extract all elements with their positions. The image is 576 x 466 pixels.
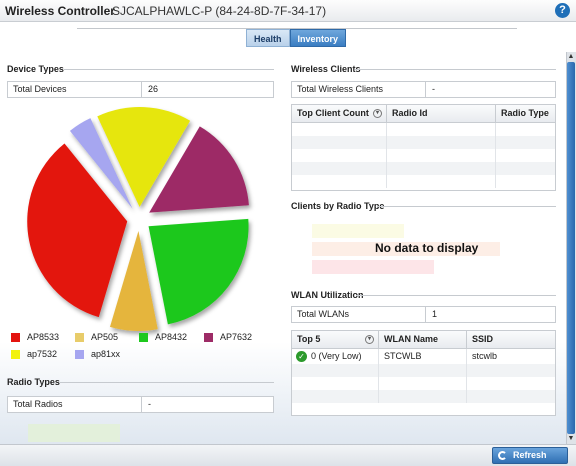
scroll-up-icon[interactable]: ▲ bbox=[566, 52, 576, 62]
legend-item-ap7532: ap7532 bbox=[11, 348, 57, 360]
refresh-button[interactable]: Refresh bbox=[492, 447, 568, 464]
cell-top-5: ✓ 0 (Very Low) bbox=[292, 349, 379, 364]
total-devices-row: Total Devices 26 bbox=[7, 81, 274, 98]
top-client-count-table: Top Client Count ▾ Radio Id Radio Type bbox=[291, 104, 556, 191]
column-header-radio-id[interactable]: Radio Id bbox=[387, 105, 496, 122]
column-header-top-client-count[interactable]: Top Client Count ▾ bbox=[292, 105, 387, 122]
table-row bbox=[292, 364, 555, 377]
column-header-top-5[interactable]: Top 5 ▾ bbox=[292, 331, 379, 348]
column-header-ssid[interactable]: SSID bbox=[467, 331, 555, 348]
total-wireless-clients-row: Total Wireless Clients - bbox=[291, 81, 556, 98]
legend-swatch bbox=[75, 349, 84, 359]
legend-item-ap505: AP505 bbox=[75, 331, 118, 343]
radio-types-chart-placeholder bbox=[28, 424, 120, 442]
scroll-down-icon[interactable]: ▼ bbox=[566, 434, 576, 444]
total-radios-label: Total Radios bbox=[8, 397, 142, 412]
scrollbar-thumb[interactable] bbox=[567, 62, 575, 434]
legend-label: AP8533 bbox=[27, 332, 60, 342]
cell-wlan-name: STCWLB bbox=[379, 349, 467, 364]
clients-by-radio-type-title: Clients by Radio Type bbox=[291, 201, 385, 211]
tab-inventory[interactable]: Inventory bbox=[289, 29, 347, 47]
section-divider bbox=[356, 295, 556, 296]
column-header-wlan-name[interactable]: WLAN Name bbox=[379, 331, 467, 348]
table-row bbox=[292, 390, 555, 403]
table-row bbox=[292, 377, 555, 390]
legend-swatch bbox=[11, 332, 20, 342]
column-label: Top 5 bbox=[297, 334, 321, 344]
device-identifier: SJCALPHAWLC-P (84-24-8D-7F-34-17) bbox=[112, 4, 327, 18]
filter-icon[interactable]: ▾ bbox=[365, 335, 374, 344]
legend-label: ap81xx bbox=[91, 349, 121, 359]
tab-health[interactable]: Health bbox=[246, 29, 290, 47]
total-wlans-label: Total WLANs bbox=[292, 307, 426, 322]
legend-item-ap8432: AP8432 bbox=[139, 331, 187, 343]
table-row bbox=[292, 149, 555, 162]
section-divider bbox=[377, 206, 556, 207]
table-row bbox=[292, 162, 555, 175]
column-label: Top Client Count bbox=[297, 108, 369, 118]
wlan-utilization-table: Top 5 ▾ WLAN Name SSID ✓ 0 (Very Low) STCW… bbox=[291, 330, 556, 416]
wireless-clients-title: Wireless Clients bbox=[291, 64, 361, 74]
legend-label: AP505 bbox=[91, 332, 119, 342]
table-row bbox=[292, 175, 555, 188]
section-divider bbox=[355, 69, 556, 70]
refresh-icon bbox=[498, 451, 507, 460]
total-radios-value: - bbox=[148, 399, 151, 409]
total-wireless-clients-label: Total Wireless Clients bbox=[292, 82, 426, 97]
legend-label: ap7532 bbox=[27, 349, 58, 359]
no-data-bar bbox=[312, 260, 434, 274]
footer-bar bbox=[0, 444, 576, 466]
legend-item-ap81xx: ap81xx bbox=[75, 348, 120, 360]
check-icon: ✓ bbox=[296, 351, 307, 363]
table-row bbox=[292, 123, 555, 136]
total-wireless-clients-value: - bbox=[432, 84, 435, 94]
legend-item-ap7632: AP7632 bbox=[204, 331, 252, 343]
cell-top-5-value: 0 (Very Low) bbox=[311, 351, 362, 361]
column-header-radio-type[interactable]: Radio Type bbox=[496, 105, 555, 122]
page-title: Wireless Controller bbox=[5, 4, 115, 18]
table-row[interactable]: ✓ 0 (Very Low) STCWLB stcwlb bbox=[292, 349, 555, 364]
legend-item-ap8533: AP8533 bbox=[11, 331, 59, 343]
page-header: Wireless Controller SJCALPHAWLC-P (84-24… bbox=[0, 0, 576, 22]
legend-label: AP7632 bbox=[220, 332, 253, 342]
total-wlans-row: Total WLANs 1 bbox=[291, 306, 556, 323]
section-divider bbox=[60, 382, 274, 383]
legend-swatch bbox=[139, 332, 148, 342]
cell-ssid: stcwlb bbox=[472, 351, 498, 361]
no-data-bar bbox=[312, 224, 404, 238]
total-wlans-value: 1 bbox=[432, 309, 438, 319]
legend-swatch bbox=[75, 332, 84, 342]
table-header: Top Client Count ▾ Radio Id Radio Type bbox=[292, 105, 555, 123]
section-divider bbox=[64, 69, 274, 70]
refresh-label: Refresh bbox=[513, 450, 547, 460]
legend-swatch bbox=[11, 349, 20, 359]
wlan-utilization-title: WLAN Utilization bbox=[291, 290, 364, 300]
total-radios-row: Total Radios - bbox=[7, 396, 274, 413]
filter-icon[interactable]: ▾ bbox=[373, 109, 382, 118]
legend-label: AP8432 bbox=[155, 332, 188, 342]
device-types-title: Device Types bbox=[7, 64, 64, 74]
total-devices-value: 26 bbox=[148, 84, 159, 94]
table-row bbox=[292, 136, 555, 149]
no-data-message: No data to display bbox=[375, 241, 479, 255]
help-icon[interactable]: ? bbox=[555, 3, 570, 18]
tab-bar: Health Inventory bbox=[246, 29, 347, 47]
table-header: Top 5 ▾ WLAN Name SSID bbox=[292, 331, 555, 349]
total-devices-label: Total Devices bbox=[8, 82, 142, 97]
radio-types-title: Radio Types bbox=[7, 377, 60, 387]
legend-swatch bbox=[204, 332, 213, 342]
